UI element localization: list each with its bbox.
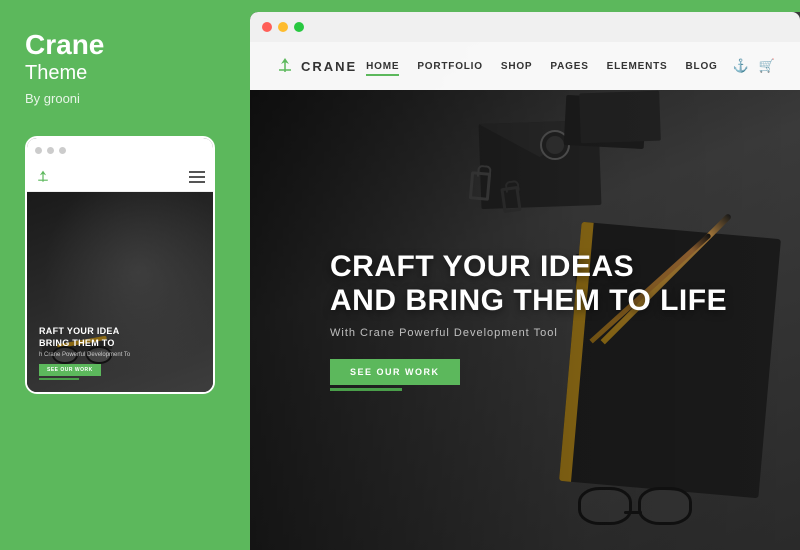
mobile-hero-title: RAFT YOUR IDEA BRING THEM TO <box>39 326 201 349</box>
business-card-1 <box>564 95 647 149</box>
mobile-hero-text: RAFT YOUR IDEA BRING THEM TO h Crane Pow… <box>39 326 201 379</box>
desktop-preview: CRANE HOME PORTFOLIO SHOP PAGES ELEMENTS… <box>250 12 800 550</box>
wax-seal <box>540 130 570 160</box>
desktop-site: CRANE HOME PORTFOLIO SHOP PAGES ELEMENTS… <box>250 42 800 550</box>
business-card-2 <box>579 91 661 144</box>
mobile-preview: RAFT YOUR IDEA BRING THEM TO h Crane Pow… <box>25 136 215 394</box>
theme-author: By grooni <box>25 91 80 106</box>
left-panel: Crane Theme By grooni <box>0 0 245 550</box>
glasses <box>570 485 700 530</box>
mobile-logo-icon <box>35 169 51 185</box>
crane-logo-icon <box>275 56 295 76</box>
hero-title: CRAFT YOUR IDEAS AND BRING THEM TO LIFE <box>330 250 727 319</box>
mobile-nav <box>27 164 213 192</box>
nav-logo-text: CRANE <box>301 59 357 74</box>
mobile-dot-green <box>59 147 66 154</box>
nav-link-home[interactable]: HOME <box>366 61 399 72</box>
hero-cta-underline <box>330 388 402 391</box>
mobile-hero: RAFT YOUR IDEA BRING THEM TO h Crane Pow… <box>27 192 213 392</box>
browser-dot-green <box>294 22 304 32</box>
browser-dot-red <box>262 22 272 32</box>
mobile-hero-subtitle: h Crane Powerful Development To <box>39 352 201 358</box>
mobile-hamburger-icon[interactable] <box>189 171 205 183</box>
glasses-bridge <box>624 511 642 514</box>
nav-link-elements[interactable]: ELEMENTS <box>607 61 668 72</box>
binder-clip-1 <box>469 171 491 201</box>
mobile-dot-yellow <box>47 147 54 154</box>
mobile-cta-underline <box>39 378 79 380</box>
desktop-browser-bar <box>250 12 800 42</box>
mobile-browser-bar <box>27 138 213 164</box>
desktop-hero: CRAFT YOUR IDEAS AND BRING THEM TO LIFE … <box>250 42 800 550</box>
nav-link-shop[interactable]: SHOP <box>501 61 533 72</box>
envelope <box>479 120 602 209</box>
theme-title: Crane Theme <box>25 30 104 85</box>
hero-subtitle: With Crane Powerful Development Tool <box>330 327 727 339</box>
desktop-nav: CRANE HOME PORTFOLIO SHOP PAGES ELEMENTS… <box>250 42 800 90</box>
nav-icons: ⚓ 🛒 <box>733 58 775 74</box>
hero-cta-button[interactable]: SEE OUR WORK <box>330 359 460 385</box>
nav-link-blog[interactable]: BLOG <box>686 61 718 72</box>
desktop-nav-logo: CRANE <box>275 56 357 76</box>
nav-link-portfolio[interactable]: PORTFOLIO <box>417 61 483 72</box>
mobile-cta-button[interactable]: SEE OUR WORK <box>39 364 101 376</box>
browser-dot-yellow <box>278 22 288 32</box>
desktop-nav-links: HOME PORTFOLIO SHOP PAGES ELEMENTS BLOG <box>366 61 718 72</box>
paper-clip <box>572 102 590 137</box>
search-icon[interactable]: ⚓ <box>733 58 749 74</box>
desktop-hero-content: CRAFT YOUR IDEAS AND BRING THEM TO LIFE … <box>330 250 727 391</box>
mobile-dot-red <box>35 147 42 154</box>
binder-clip-2 <box>500 186 521 213</box>
glasses-frame <box>570 490 700 525</box>
nav-link-pages[interactable]: PAGES <box>550 61 588 72</box>
cart-icon[interactable]: 🛒 <box>759 58 775 74</box>
